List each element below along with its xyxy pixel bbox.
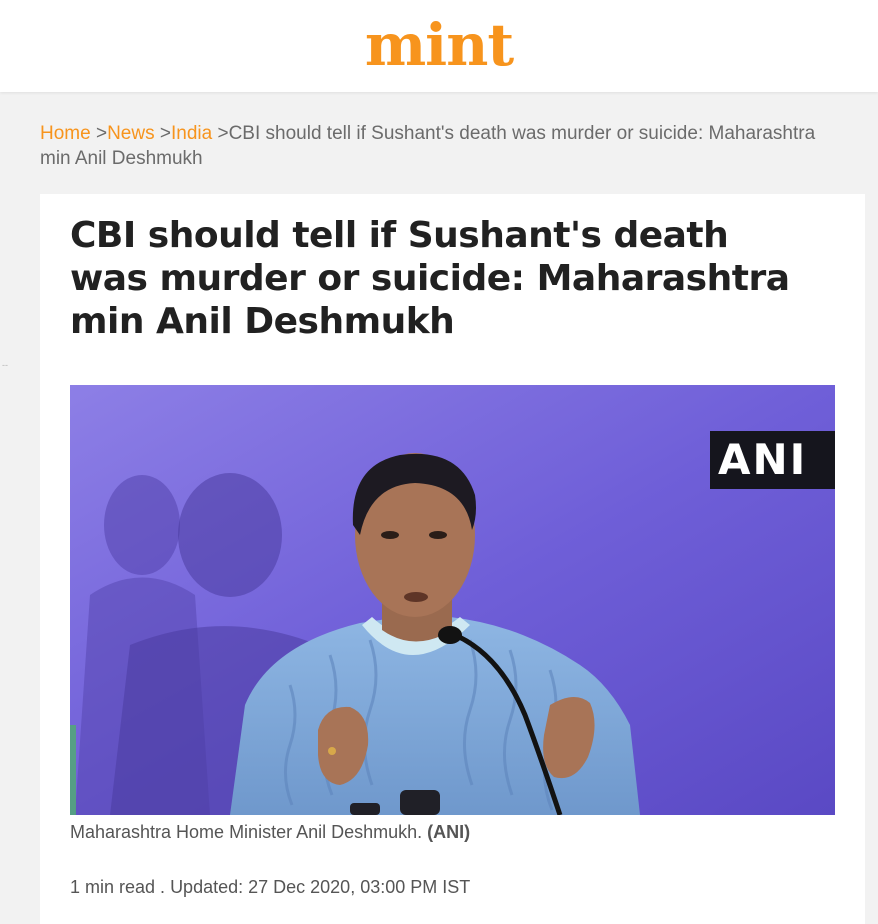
updated-timestamp: Updated: 27 Dec 2020, 03:00 PM IST — [170, 877, 471, 897]
breadcrumb-news-link[interactable]: News — [107, 123, 155, 144]
breadcrumb-home-link[interactable]: Home — [40, 123, 91, 144]
photo-caption: Maharashtra Home Minister Anil Deshmukh.… — [70, 820, 835, 844]
breadcrumb: Home >News >India >CBI should tell if Su… — [40, 121, 830, 171]
breadcrumb-current-page: CBI should tell if Sushant's death was m… — [40, 123, 816, 169]
ani-watermark: ANI — [710, 431, 835, 489]
site-header: mint — [0, 0, 878, 92]
meta-separator: . — [155, 877, 171, 897]
article-card: CBI should tell if Sushant's death was m… — [40, 194, 865, 924]
breadcrumb-separator: > — [217, 123, 229, 144]
breadcrumb-india-link[interactable]: India — [171, 123, 212, 144]
breadcrumb-separator: > — [95, 123, 108, 144]
read-time: 1 min read — [70, 877, 156, 897]
breadcrumb-separator: > — [159, 123, 171, 144]
mint-logo[interactable]: mint — [0, 10, 878, 80]
article-headline: CBI should tell if Sushant's death was m… — [70, 215, 790, 342]
caption-credit: (ANI) — [427, 822, 471, 842]
side-marker: -- — [2, 360, 8, 370]
article-photo: ANI — [70, 385, 835, 815]
article-meta: 1 min read . Updated: 27 Dec 2020, 03:00… — [70, 875, 470, 899]
caption-text: Maharashtra Home Minister Anil Deshmukh. — [70, 822, 423, 842]
